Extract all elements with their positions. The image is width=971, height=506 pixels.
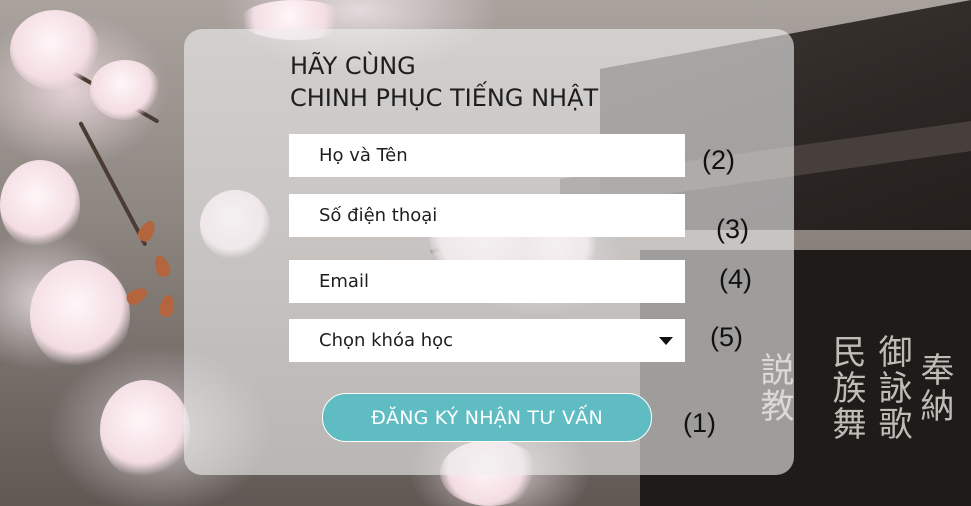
register-consultation-button[interactable]: ĐĂNG KÝ NHẬN TƯ VẤN (322, 393, 652, 442)
calligraphy-column-decoration: 奉納 (914, 352, 954, 424)
blossom-decoration (10, 10, 100, 90)
annotation-marker-course: (5) (710, 322, 743, 352)
annotation-marker-phone: (3) (716, 214, 749, 244)
annotation-marker-email: (4) (719, 264, 752, 294)
blossom-decoration (100, 380, 190, 480)
annotation-marker-fullname: (2) (702, 145, 735, 175)
annotation-marker-submit: (1) (683, 408, 716, 438)
phone-field[interactable] (289, 194, 685, 237)
headline-line-2: CHINH PHỤC TIẾNG NHẬT (290, 84, 599, 112)
course-select-label: Chọn khóa học (319, 330, 454, 351)
email-field[interactable] (289, 260, 685, 303)
course-select[interactable]: Chọn khóa học (289, 319, 685, 362)
page: 御詠歌 民族舞 奉納 説教 HÃY CÙNG CHINH PHỤC TIẾNG … (0, 0, 971, 506)
caret-down-icon (659, 337, 673, 345)
calligraphy-column-decoration: 御詠歌 (872, 334, 912, 442)
fullname-field[interactable] (289, 134, 685, 177)
blossom-decoration (0, 160, 80, 250)
blossom-decoration (90, 60, 160, 120)
calligraphy-column-decoration: 民族舞 (826, 334, 866, 442)
headline-line-1: HÃY CÙNG (290, 52, 416, 80)
blossom-decoration (30, 260, 130, 370)
headline: HÃY CÙNG CHINH PHỤC TIẾNG NHẬT (290, 50, 598, 114)
